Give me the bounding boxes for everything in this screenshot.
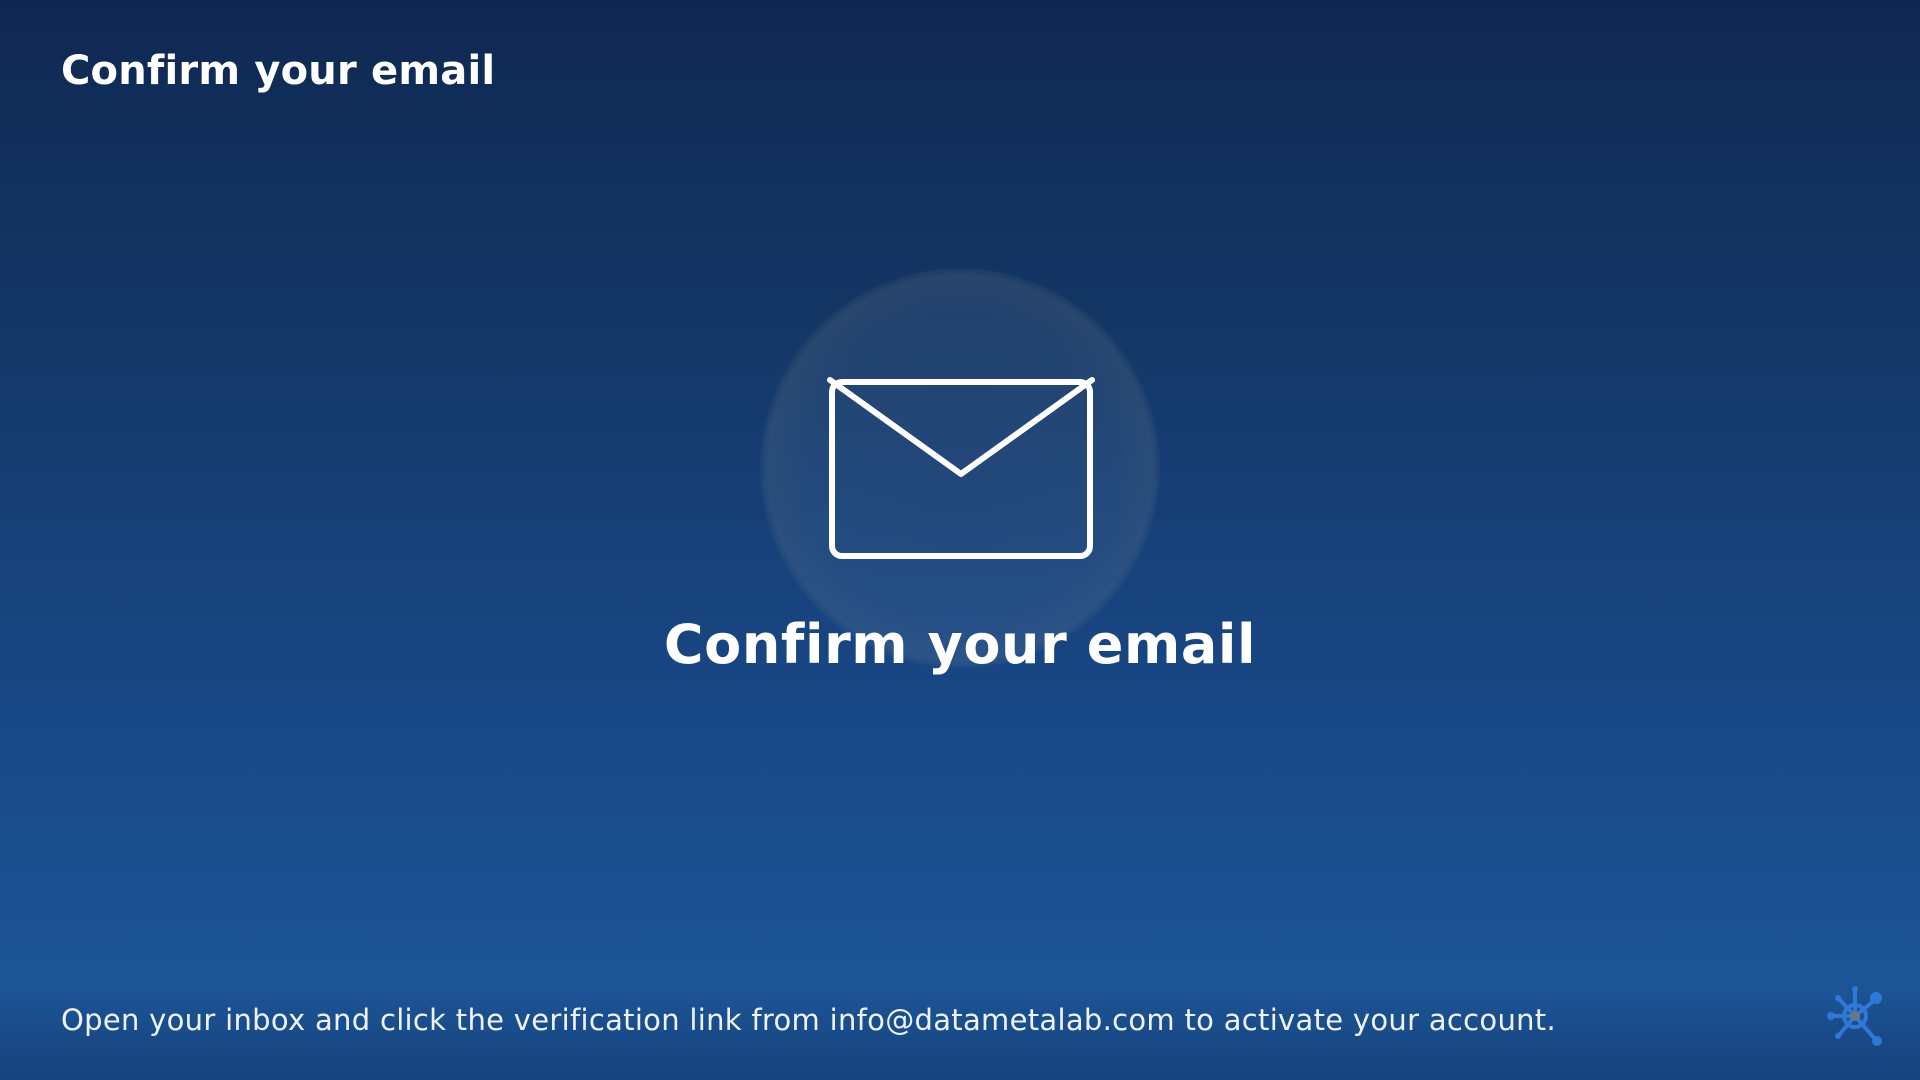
verification-instructions: Open your inbox and click the verificati… bbox=[61, 1003, 1556, 1037]
molecule-network-logo-icon bbox=[1827, 986, 1882, 1046]
page-title: Confirm your email bbox=[61, 48, 496, 94]
confirm-email-heading: Confirm your email bbox=[663, 613, 1257, 676]
envelope-icon bbox=[827, 377, 1095, 559]
